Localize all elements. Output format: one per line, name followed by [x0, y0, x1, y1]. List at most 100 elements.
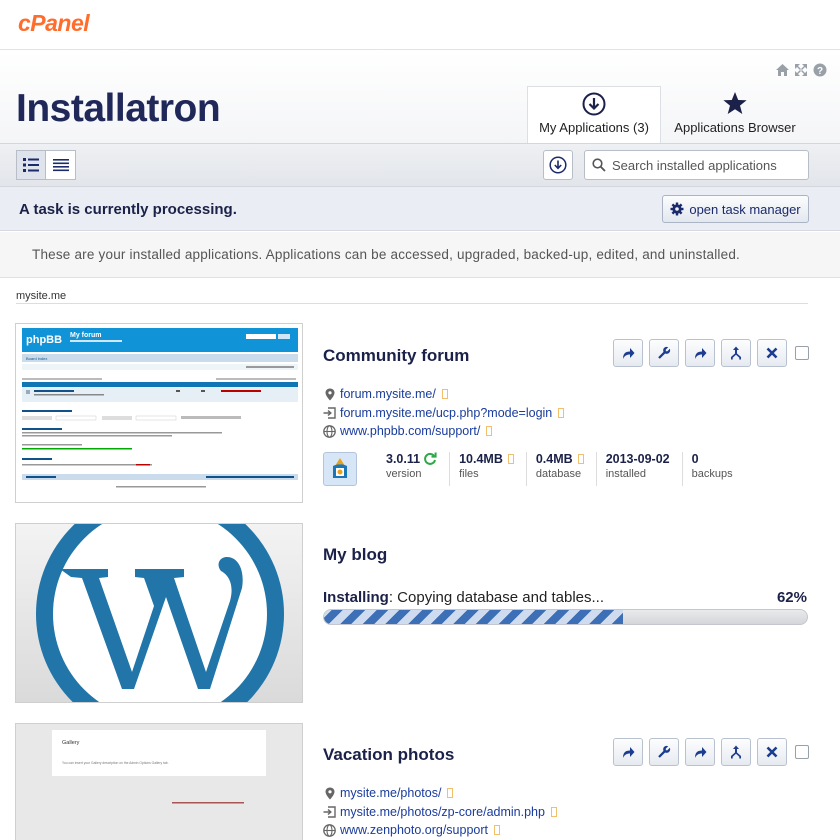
external-link-icon[interactable]	[550, 806, 557, 817]
files-stat: 10.4MB files	[450, 452, 527, 486]
support-url-link[interactable]: www.zenphoto.org/support	[340, 821, 488, 840]
link-row: forum.mysite.me/ucp.php?mode=login	[323, 404, 565, 423]
edit-button[interactable]	[649, 738, 679, 766]
toolbar	[0, 143, 840, 187]
admin-url-link[interactable]: forum.mysite.me/ucp.php?mode=login	[340, 404, 552, 423]
installed-label: installed	[605, 468, 647, 480]
list-detail-icon	[23, 158, 39, 172]
app-stats: 3.0.11 version 10.4MB files 0.4MB databa…	[323, 452, 745, 486]
download-circle-icon	[549, 156, 567, 174]
wrench-icon	[658, 745, 671, 758]
cpanel-logo[interactable]: cPanel	[18, 10, 90, 37]
clone-button[interactable]	[721, 738, 751, 766]
app-thumbnail[interactable]	[15, 523, 303, 703]
thumb-title: My forum	[70, 332, 102, 339]
external-link-icon[interactable]	[507, 454, 514, 464]
compact-view-button[interactable]	[46, 150, 76, 180]
support-url-link[interactable]: www.phpbb.com/support/	[340, 422, 480, 441]
task-notice: A task is currently processing. open tas…	[0, 187, 840, 231]
app-actions	[613, 339, 809, 367]
close-icon	[766, 347, 778, 359]
list-compact-icon	[52, 159, 69, 172]
version-stat: 3.0.11 version	[377, 452, 451, 486]
access-button[interactable]	[613, 738, 643, 766]
external-link-icon[interactable]	[558, 407, 565, 418]
view-toggle	[16, 150, 76, 180]
site-url-link[interactable]: mysite.me/photos/	[340, 784, 441, 803]
installed-value: 2013-09-02	[605, 452, 670, 466]
upgrade-button[interactable]	[685, 339, 715, 367]
home-icon[interactable]	[774, 63, 790, 81]
installatron-logo[interactable]: Installatron	[16, 87, 221, 131]
app-links: forum.mysite.me/ forum.mysite.me/ucp.php…	[323, 385, 565, 441]
external-link-icon[interactable]	[447, 788, 454, 799]
thumb-text: You can insert your Gallery description …	[62, 761, 169, 765]
info-banner: These are your installed applications. A…	[0, 232, 840, 278]
progress-status: Installing: Copying database and tables.…	[323, 589, 604, 606]
progress-percent: 62%	[776, 589, 807, 606]
task-button-label: open task manager	[689, 201, 801, 217]
open-task-manager-button[interactable]: open task manager	[662, 195, 809, 223]
download-circle-icon	[582, 92, 606, 116]
progress-state: Installing	[323, 589, 389, 606]
upgrade-button[interactable]	[685, 738, 715, 766]
external-link-icon[interactable]	[494, 825, 501, 836]
uninstall-button[interactable]	[757, 738, 787, 766]
phpbb-screenshot: phpBB My forum Board index	[16, 324, 302, 502]
branch-icon	[731, 346, 741, 360]
login-icon	[323, 407, 336, 419]
uninstall-button[interactable]	[757, 339, 787, 367]
admin-url-link[interactable]: mysite.me/photos/zp-core/admin.php	[340, 803, 545, 822]
phpbb-app-icon	[323, 452, 357, 486]
location-pin-icon	[325, 787, 334, 800]
select-checkbox[interactable]	[795, 346, 809, 360]
backups-value: 0	[691, 452, 699, 466]
external-link-icon[interactable]	[441, 389, 448, 400]
version-value: 3.0.11	[386, 452, 421, 466]
files-label: files	[459, 468, 479, 480]
install-button[interactable]	[543, 150, 573, 180]
edit-button[interactable]	[649, 339, 679, 367]
external-link-icon[interactable]	[486, 426, 493, 437]
database-label: database	[535, 468, 582, 480]
backups-stat: 0 backups	[683, 452, 745, 486]
refresh-icon[interactable]	[423, 452, 437, 466]
login-icon	[323, 806, 336, 818]
tab-label: My Applications (3)	[539, 120, 649, 135]
thumb-logo: phpBB	[26, 334, 62, 346]
app-title[interactable]: Community forum	[323, 346, 469, 366]
app-actions	[613, 738, 809, 766]
divider	[16, 303, 808, 304]
svg-text:?: ?	[817, 66, 823, 77]
location-pin-icon	[325, 388, 334, 401]
tab-my-applications[interactable]: My Applications (3)	[527, 86, 661, 143]
access-button[interactable]	[613, 339, 643, 367]
detail-view-button[interactable]	[16, 150, 46, 180]
backups-label: backups	[691, 468, 733, 480]
info-text: These are your installed applications. A…	[32, 247, 740, 262]
globe-icon	[323, 424, 336, 438]
close-icon	[766, 746, 778, 758]
clone-button[interactable]	[721, 339, 751, 367]
external-link-icon[interactable]	[577, 454, 584, 464]
search-icon	[592, 158, 606, 172]
app-thumbnail[interactable]: phpBB My forum Board index	[15, 323, 303, 503]
fullscreen-icon[interactable]	[793, 63, 809, 81]
installatron-header: Installatron ? My Applications (3) Appli…	[0, 51, 840, 143]
app-title[interactable]: My blog	[323, 545, 387, 565]
cpanel-topbar: cPanel	[0, 0, 840, 50]
link-row: mysite.me/photos/	[323, 784, 557, 803]
help-icon[interactable]: ?	[812, 63, 828, 81]
link-row: forum.mysite.me/	[323, 385, 564, 404]
search-box	[584, 150, 809, 180]
thumb-title: Gallery	[62, 740, 80, 746]
app-thumbnail[interactable]: Gallery You can insert your Gallery desc…	[15, 723, 303, 840]
task-message: A task is currently processing.	[19, 201, 237, 218]
search-input[interactable]	[612, 157, 802, 173]
branch-icon	[731, 745, 741, 759]
select-checkbox[interactable]	[795, 745, 809, 759]
tab-applications-browser[interactable]: Applications Browser	[661, 86, 809, 143]
app-title[interactable]: Vacation photos	[323, 745, 454, 765]
site-url-link[interactable]: forum.mysite.me/	[340, 385, 436, 404]
progress-bar	[323, 609, 808, 625]
